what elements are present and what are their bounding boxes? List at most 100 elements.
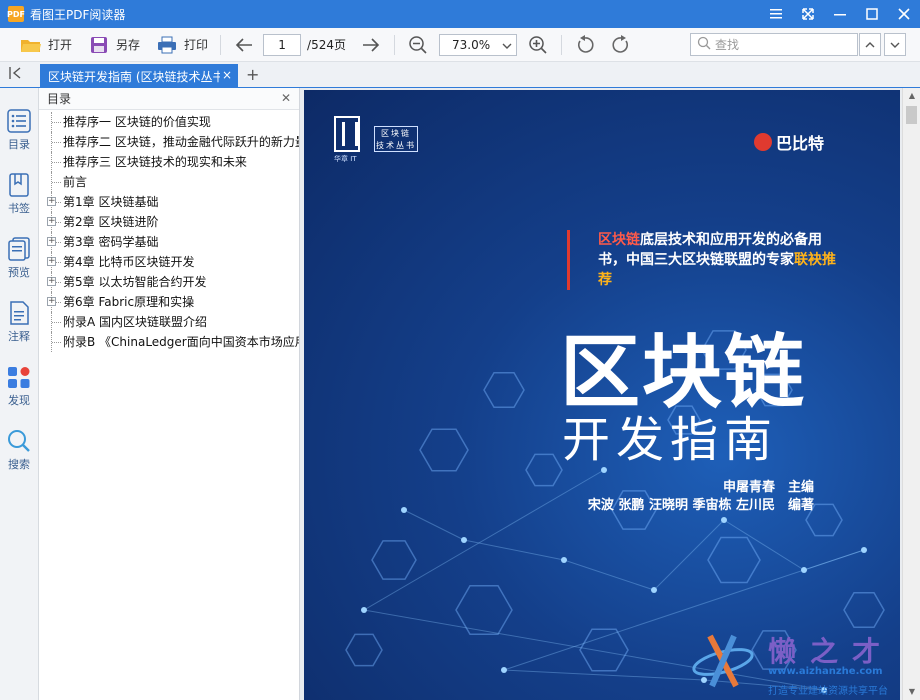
toc-item[interactable]: 推荐序一 区块链的价值实现: [39, 112, 299, 132]
print-label: 打印: [184, 38, 209, 52]
toc-close-icon[interactable]: ✕: [281, 91, 291, 105]
toc-item-label: 推荐序二 区块链，推动金融代际跃升的新力量: [63, 135, 299, 149]
zoom-select[interactable]: 73.0%: [439, 33, 517, 56]
cover-tagline: 区块链底层技术和应用开发的必备用书，中国三大区块链联盟的专家联袂推荐: [567, 230, 837, 290]
expand-icon[interactable]: +: [47, 257, 56, 266]
print-button[interactable]: 打印: [152, 32, 212, 58]
toc-item[interactable]: 推荐序二 区块链，推动金融代际跃升的新力量: [39, 132, 299, 152]
zoom-in-button[interactable]: [523, 32, 553, 58]
new-tab-button[interactable]: +: [246, 65, 259, 84]
toc-item[interactable]: 附录B 《ChinaLedger面向中国资本市场应用的分布式账本》: [39, 332, 299, 352]
sidebar-item-preview[interactable]: 预览: [0, 232, 38, 288]
toc-panel: 目录 ✕ 推荐序一 区块链的价值实现推荐序二 区块链，推动金融代际跃升的新力量推…: [39, 88, 300, 700]
watermark-url: www.aizhanzhe.com: [768, 666, 883, 677]
collapse-sidebar-button[interactable]: [8, 66, 28, 84]
toolbar-divider: [220, 34, 222, 55]
sidebar-label-toc: 目录: [8, 138, 30, 151]
tree-line: [51, 132, 61, 152]
toc-item-label: 第6章 Fabric原理和实操: [63, 295, 195, 309]
scrollbar-thumb[interactable]: [906, 106, 917, 124]
bz-books-text: 华章 IT: [334, 155, 357, 163]
close-icon[interactable]: [888, 0, 920, 28]
toc-item-label: 附录B 《ChinaLedger面向中国资本市场应用的分布式账本》: [63, 335, 299, 349]
bookmark-icon: [9, 173, 29, 197]
zoom-out-button[interactable]: [403, 32, 433, 58]
collapse-icon: [9, 67, 21, 79]
search-next-button[interactable]: [884, 33, 906, 56]
toc-item[interactable]: + 第4章 比特币区块链开发: [39, 252, 299, 272]
chevron-down-icon: [502, 38, 512, 52]
toc-item[interactable]: 前言: [39, 172, 299, 192]
toc-item[interactable]: + 第3章 密码学基础: [39, 232, 299, 252]
sidebar-item-toc[interactable]: 目录: [0, 104, 38, 160]
menu-icon[interactable]: [760, 0, 792, 28]
zoom-value: 73.0%: [452, 37, 491, 52]
pages-icon: [8, 237, 30, 261]
toc-item[interactable]: 推荐序三 区块链技术的现实和未来: [39, 152, 299, 172]
page-number-input[interactable]: 1: [263, 33, 302, 56]
publisher-logo: 巴比特: [754, 130, 824, 154]
toc-item-label: 第3章 密码学基础: [63, 235, 159, 249]
scroll-up-icon[interactable]: ▲: [903, 88, 920, 104]
save-as-button[interactable]: 另存: [84, 32, 144, 58]
prev-page-button[interactable]: [229, 32, 259, 58]
tab-close-icon[interactable]: ×: [222, 68, 232, 82]
publisher-icon: [754, 133, 772, 151]
note-icon: [10, 301, 29, 325]
cover-authors: 宋波 张鹏 汪晓明 季宙栋 左川民 编著: [587, 498, 814, 513]
series-line-1: 区块链: [381, 129, 411, 138]
toc-item[interactable]: 附录A 国内区块链联盟介绍: [39, 312, 299, 332]
sidebar-item-bookmarks[interactable]: 书签: [0, 168, 38, 224]
page-total: /524页: [307, 38, 346, 52]
tab-title: 区块链开发指南 (区块链技术丛书): [48, 69, 220, 84]
sidebar-label-search: 搜索: [8, 458, 30, 471]
tree-line: [51, 312, 61, 332]
expand-icon[interactable]: +: [47, 197, 56, 206]
arrow-right-icon: [360, 35, 382, 55]
search-icon: [8, 430, 30, 452]
expand-icon[interactable]: +: [47, 217, 56, 226]
tagline-highlight: 区块链: [598, 232, 640, 248]
search-prev-button[interactable]: [859, 33, 881, 56]
maximize-icon[interactable]: [856, 0, 888, 28]
next-page-button[interactable]: [356, 32, 386, 58]
toc-item-label: 前言: [63, 175, 88, 189]
publisher-name: 巴比特: [776, 134, 825, 153]
toc-item-label: 附录A 国内区块链联盟介绍: [63, 315, 208, 329]
arrow-left-icon: [233, 35, 255, 55]
sidebar-item-search[interactable]: 搜索: [0, 424, 38, 480]
rotate-left-button[interactable]: [570, 32, 600, 58]
expand-icon[interactable]: +: [47, 237, 56, 246]
toc-item[interactable]: + 第2章 区块链进阶: [39, 212, 299, 232]
vertical-scrollbar[interactable]: ▲ ▼: [902, 88, 920, 700]
toc-item-label: 第2章 区块链进阶: [63, 215, 159, 229]
toc-item[interactable]: + 第1章 区块链基础: [39, 192, 299, 212]
tree-line: [51, 112, 61, 132]
toc-item[interactable]: + 第5章 以太坊智能合约开发: [39, 272, 299, 292]
tree-line: [51, 152, 61, 172]
sidebar-item-discover[interactable]: 发现: [0, 360, 38, 416]
watermark-name: 懒之才: [768, 635, 895, 668]
watermark-slogan: 打造专业建站资源共享平台: [768, 686, 888, 697]
minimize-icon[interactable]: [824, 0, 856, 28]
search-input[interactable]: 查找: [690, 33, 858, 56]
bz-books-logo: [334, 116, 360, 152]
tab-bar: 区块链开发指南 (区块链技术丛书) × +: [0, 62, 920, 88]
toc-header: 目录 ✕: [39, 88, 299, 110]
toc-item[interactable]: + 第6章 Fabric原理和实操: [39, 292, 299, 312]
watermark-logo: [692, 634, 754, 688]
zoom-in-icon: [527, 35, 549, 55]
toc-title: 目录: [47, 92, 72, 106]
toc-item-label: 第5章 以太坊智能合约开发: [63, 275, 207, 289]
expand-icon[interactable]: +: [47, 297, 56, 306]
tree-line: [51, 332, 61, 352]
tab-document[interactable]: 区块链开发指南 (区块链技术丛书) ×: [40, 64, 238, 88]
sidebar-item-annotations[interactable]: 注释: [0, 296, 38, 352]
rotate-right-button[interactable]: [606, 32, 636, 58]
toc-item-label: 推荐序三 区块链技术的现实和未来: [63, 155, 247, 169]
open-button[interactable]: 打开: [16, 32, 76, 58]
series-badge: 区块链 技术丛书: [374, 126, 418, 152]
fullscreen-icon[interactable]: [792, 0, 824, 28]
open-label: 打开: [48, 38, 73, 52]
expand-icon[interactable]: +: [47, 277, 56, 286]
